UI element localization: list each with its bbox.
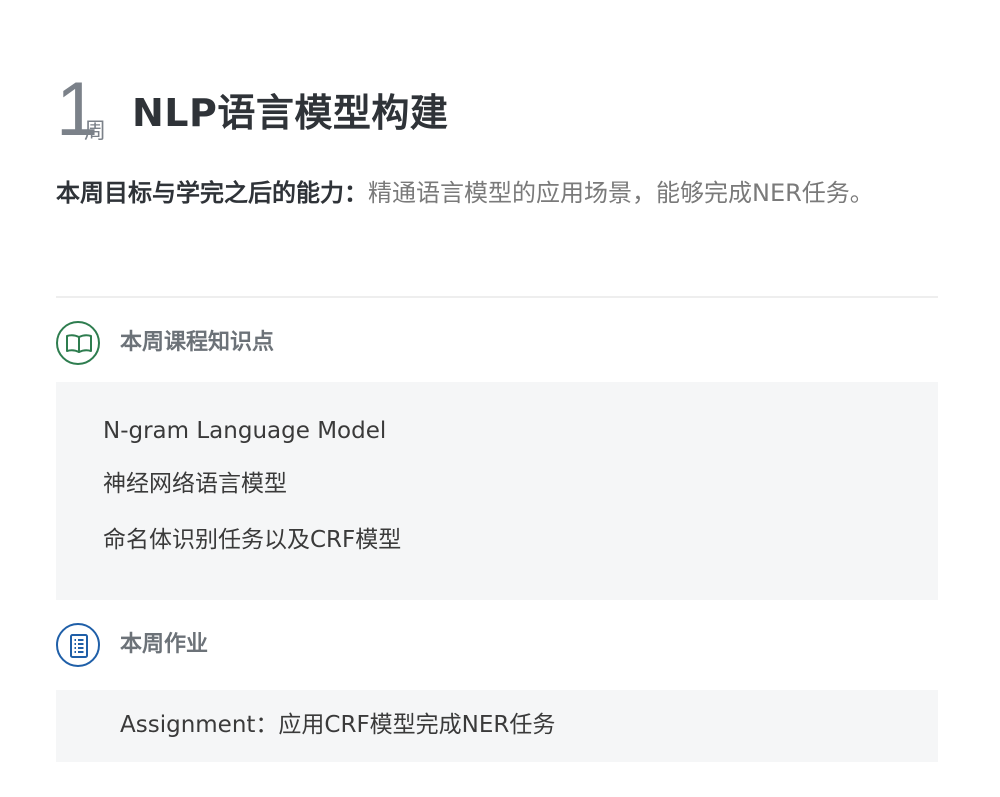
week-header: 1 周 NLP语言模型构建 <box>56 72 936 148</box>
goal-label: 本周目标与学完之后的能力： <box>56 179 368 207</box>
knowledge-section-title: 本周课程知识点 <box>120 330 275 355</box>
knowledge-section-header: 本周课程知识点 <box>56 321 938 369</box>
book-icon <box>56 321 100 365</box>
week-goal: 本周目标与学完之后的能力：精通语言模型的应用场景，能够完成NER任务。 <box>56 170 916 216</box>
assignment-text: Assignment：应用CRF模型完成NER任务 <box>120 712 556 738</box>
homework-section-header: 本周作业 <box>56 623 938 671</box>
homework-section-title: 本周作业 <box>120 632 209 657</box>
knowledge-panel: N-gram Language Model 神经网络语言模型 命名体识别任务以及… <box>56 382 938 600</box>
goal-text: 精通语言模型的应用场景，能够完成NER任务。 <box>368 179 874 207</box>
topic-item: N-gram Language Model <box>103 418 387 444</box>
week-unit: 周 <box>84 119 107 144</box>
divider <box>56 296 938 298</box>
homework-panel: Assignment：应用CRF模型完成NER任务 <box>56 690 938 762</box>
topic-item: 神经网络语言模型 <box>103 471 287 497</box>
week-title: NLP语言模型构建 <box>132 91 449 135</box>
topic-item: 命名体识别任务以及CRF模型 <box>103 527 402 553</box>
document-list-icon <box>56 623 100 667</box>
